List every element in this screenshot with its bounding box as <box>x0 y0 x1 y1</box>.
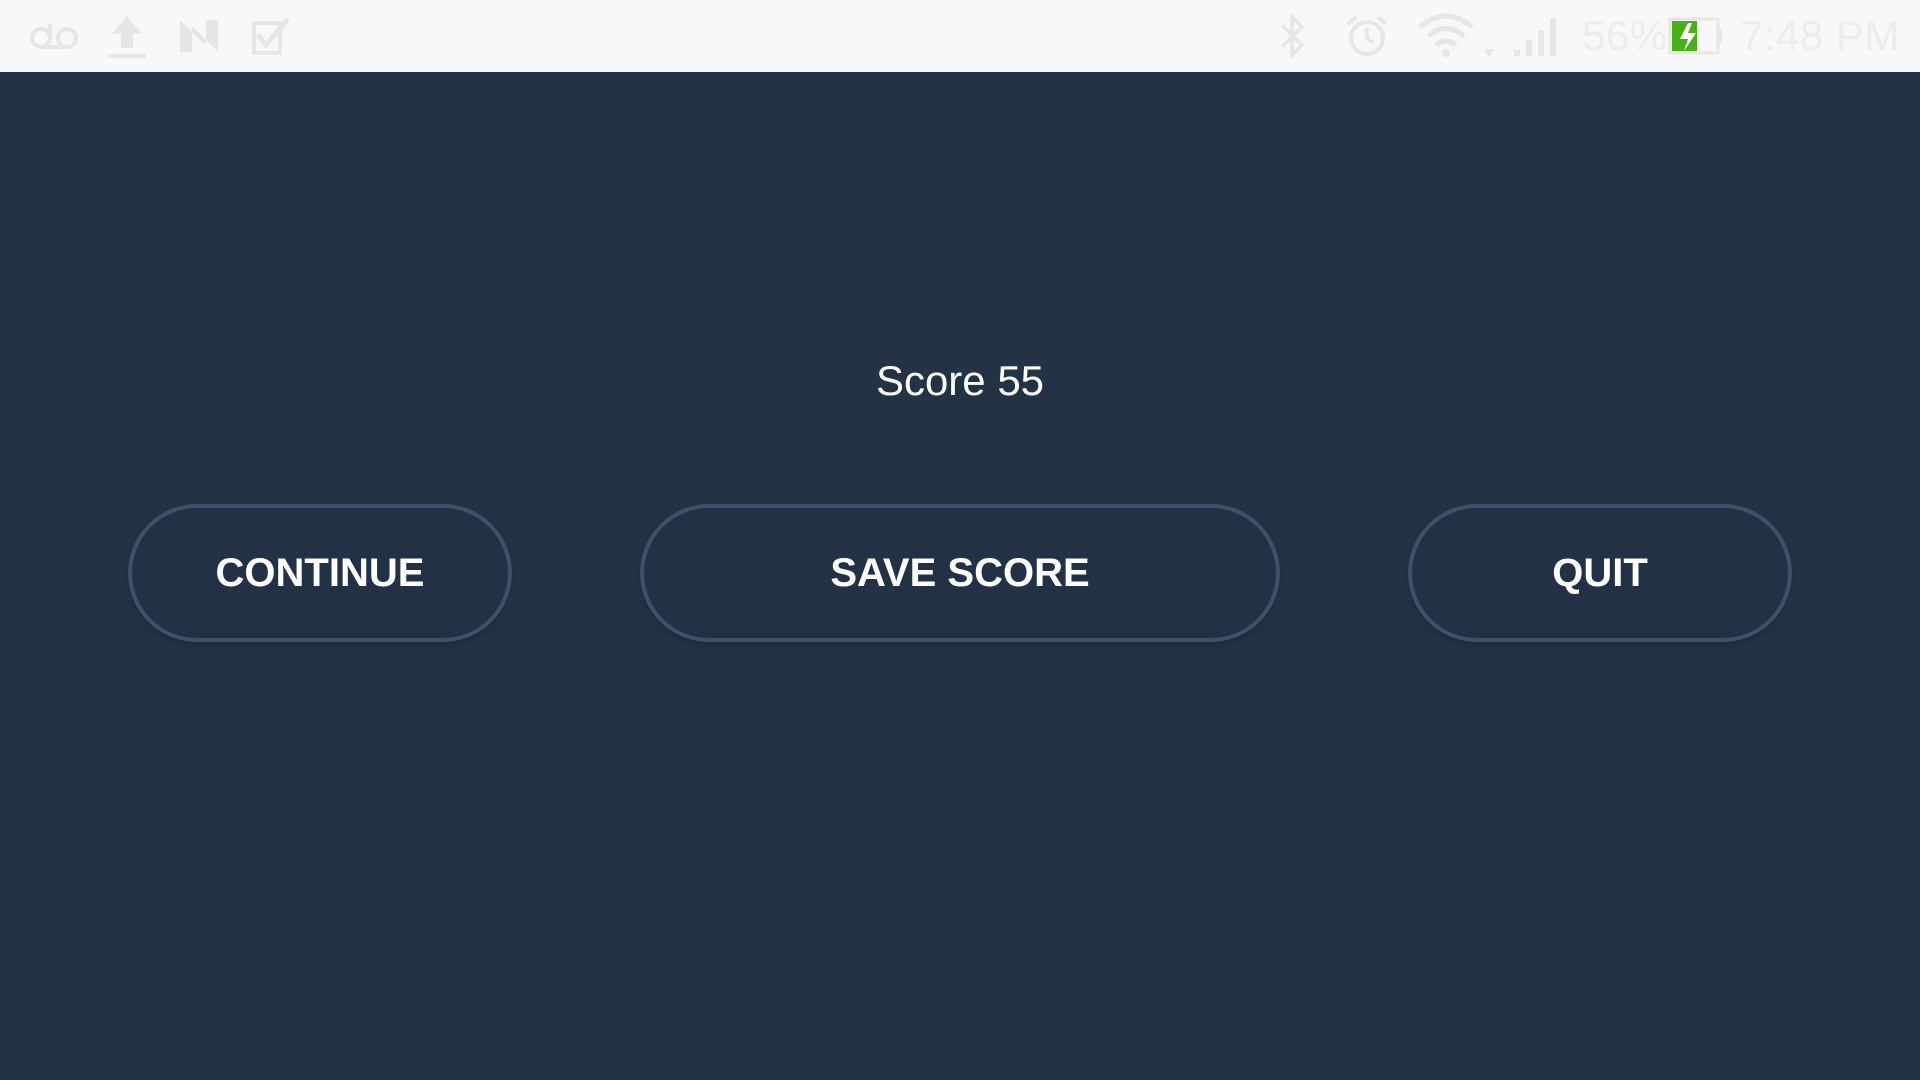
battery-percent: 56% <box>1582 12 1668 59</box>
save-score-button[interactable]: SAVE SCORE <box>640 504 1280 642</box>
continue-button-label: CONTINUE <box>215 550 425 595</box>
n-app-icon <box>176 0 222 72</box>
clock-time: 7:48 PM <box>1740 12 1900 59</box>
save-score-button-label: SAVE SCORE <box>830 550 1090 595</box>
quit-button-label: QUIT <box>1552 550 1648 595</box>
wifi-icon <box>1416 0 1498 72</box>
battery-charging-icon <box>1668 0 1724 72</box>
score-label: Score 55 <box>875 357 1045 404</box>
signal-icon <box>1512 0 1566 72</box>
game-over-screen: Score 55 CONTINUE SAVE SCORE QUIT <box>0 72 1920 1080</box>
checklist-icon <box>248 0 294 72</box>
bluetooth-icon <box>1276 0 1310 72</box>
voicemail-icon <box>28 0 80 72</box>
status-bar: 56% 7:48 PM <box>0 0 1920 72</box>
upload-icon <box>104 0 150 72</box>
quit-button[interactable]: QUIT <box>1408 504 1792 642</box>
alarm-icon <box>1342 0 1392 72</box>
continue-button[interactable]: CONTINUE <box>128 504 512 642</box>
